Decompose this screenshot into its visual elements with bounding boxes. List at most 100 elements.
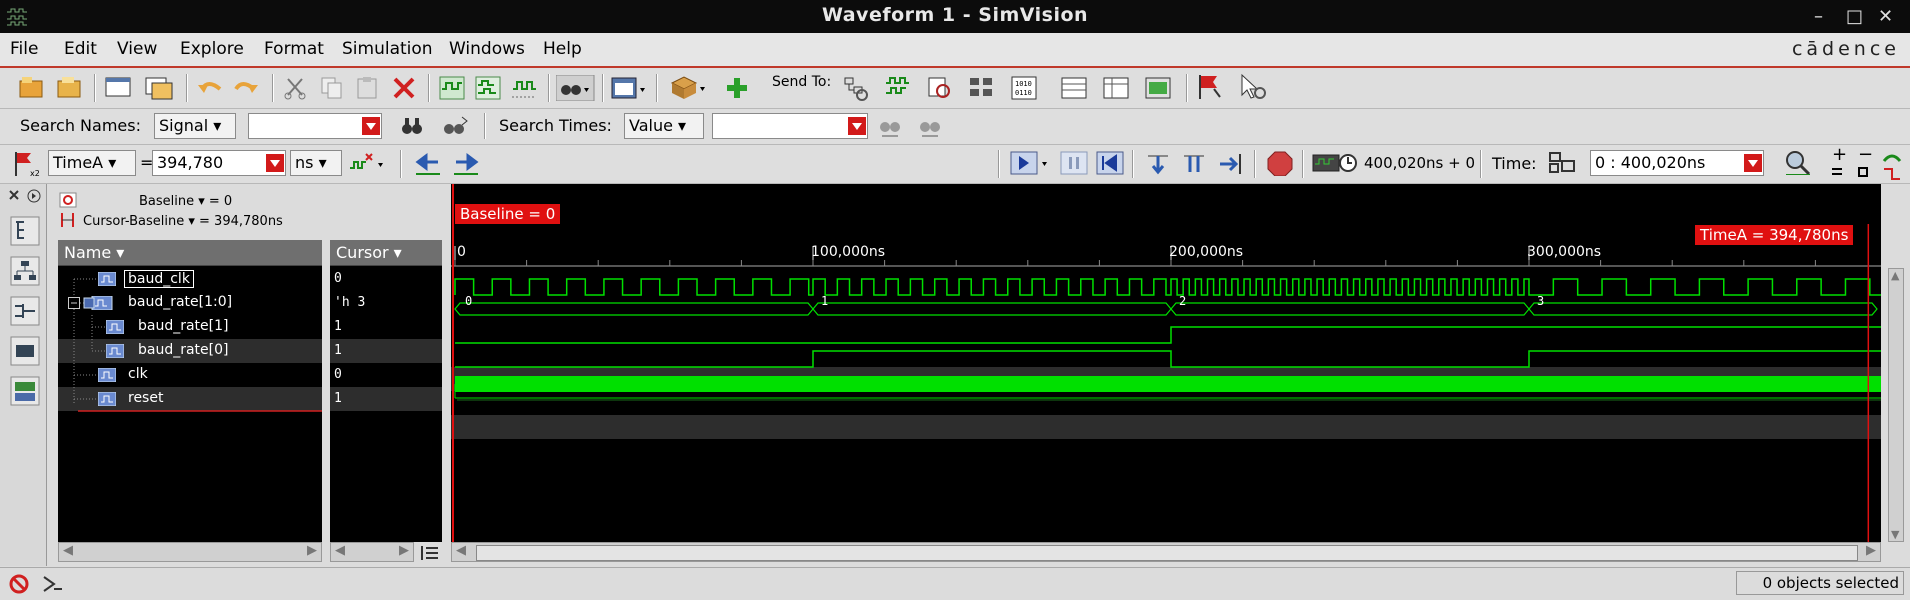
copy-icon[interactable] [318, 75, 348, 101]
signal-name[interactable]: baud_rate[1] [138, 318, 229, 334]
waveform-create-icon[interactable] [438, 75, 468, 101]
menu-explore[interactable]: Explore [180, 39, 244, 59]
stop-status-icon[interactable] [8, 573, 30, 595]
memory-viewer-icon[interactable] [10, 376, 40, 406]
waveform-window-icon[interactable] [610, 75, 650, 101]
pause-simulation-icon[interactable] [1060, 150, 1090, 176]
previous-edge-icon[interactable] [414, 150, 444, 176]
search-names-input[interactable] [248, 113, 382, 139]
maximize-button[interactable]: □ [1846, 6, 1863, 27]
column-align-icon[interactable] [418, 543, 442, 563]
name-pane-scrollbar[interactable]: ◀ ▶ [58, 542, 322, 562]
cursor-name-select[interactable]: TimeA ▾ [48, 150, 136, 176]
delete-icon[interactable] [390, 75, 420, 101]
close-panel-icon[interactable] [8, 188, 42, 204]
baseline-marker-label[interactable]: Baseline = 0 [455, 204, 561, 224]
search-times-prev-icon[interactable] [876, 114, 906, 140]
menu-format[interactable]: Format [264, 39, 324, 59]
reset-simulation-icon[interactable] [1096, 150, 1126, 176]
send-to-console-icon[interactable] [1144, 75, 1174, 101]
find-binoculars-icon[interactable] [556, 75, 596, 101]
search-times-input[interactable] [712, 113, 868, 139]
waveform-marker-icon[interactable] [510, 75, 540, 101]
send-to-memory-icon[interactable] [1102, 75, 1132, 101]
search-names-binoculars-icon[interactable] [398, 114, 428, 140]
marker-flag-icon[interactable] [1196, 73, 1226, 99]
register-window-icon[interactable] [10, 336, 40, 366]
send-to-register-icon[interactable]: 10100110 [1010, 75, 1040, 101]
search-times-dropdown-icon[interactable] [848, 117, 866, 135]
redo-icon[interactable] [232, 75, 262, 101]
cursor-flag-icon[interactable]: x2 [12, 150, 42, 176]
cursor-baseline-value[interactable]: Cursor-Baseline ▾ = 394,780ns [83, 214, 283, 229]
search-times-mode-select[interactable]: Value ▾ [624, 113, 704, 139]
hierarchy-icon[interactable] [10, 256, 40, 286]
copy-window-icon[interactable] [144, 75, 174, 101]
undo-icon[interactable] [196, 75, 226, 101]
menu-edit[interactable]: Edit [64, 39, 97, 59]
step-over-icon[interactable] [1216, 150, 1246, 176]
scroll-thumb[interactable] [476, 545, 1858, 561]
waveform-pane[interactable]: Baseline = 0 TimeA = 394,780ns 0 100,000… [451, 184, 1888, 542]
design-browser-icon[interactable] [10, 216, 40, 246]
zoom-in-button[interactable]: + [1832, 144, 1847, 165]
search-times-next-icon[interactable] [916, 114, 946, 140]
time-range-dropdown-icon[interactable] [1744, 154, 1762, 172]
add-icon[interactable] [724, 75, 754, 101]
step-into-icon[interactable] [1180, 150, 1210, 176]
minimize-button[interactable]: – [1814, 6, 1823, 27]
step-icon[interactable] [1144, 150, 1174, 176]
cursor-pane-scrollbar[interactable]: ◀ ▶ [330, 542, 414, 562]
zoom-box-icon[interactable] [1856, 165, 1872, 179]
search-names-mode-select[interactable]: Signal ▾ [154, 113, 236, 139]
signal-name[interactable]: baud_rate[0] [138, 342, 229, 358]
send-package-icon[interactable] [668, 73, 708, 99]
close-button[interactable]: ✕ [1878, 6, 1893, 27]
time-range-icon[interactable] [1548, 150, 1578, 176]
time-range-input[interactable]: 0 : 400,020ns [1590, 150, 1764, 176]
zoom-history-icon[interactable] [1880, 149, 1904, 181]
run-simulation-icon[interactable] [1010, 150, 1052, 176]
waveform-canvas[interactable] [451, 184, 1888, 542]
time-unit-select[interactable]: ns ▾ [290, 150, 342, 176]
schematic-icon[interactable] [10, 296, 40, 326]
signal-name[interactable]: baud_rate[1:0] [128, 294, 232, 310]
search-names-dropdown-icon[interactable] [362, 117, 380, 135]
search-names-next-icon[interactable] [440, 114, 470, 140]
zoom-fit-icon[interactable] [1784, 149, 1814, 175]
new-window-icon[interactable] [104, 75, 134, 101]
select-pointer-icon[interactable] [1238, 73, 1268, 99]
waveform-group-icon[interactable] [474, 75, 504, 101]
menu-simulation[interactable]: Simulation [342, 39, 433, 59]
send-to-waveform-icon[interactable] [884, 75, 914, 101]
name-column-header[interactable]: Name ▾ [58, 240, 322, 266]
console-status-icon[interactable] [40, 573, 64, 595]
cut-icon[interactable] [282, 75, 312, 101]
menu-windows[interactable]: Windows [449, 39, 525, 59]
open-database-icon[interactable] [56, 75, 86, 101]
collapse-toggle-icon[interactable] [68, 297, 80, 309]
send-to-schematic-icon[interactable] [842, 75, 872, 101]
send-to-source-icon[interactable] [926, 75, 956, 101]
cursor-time-input[interactable]: 394,780 [152, 150, 286, 176]
paste-icon[interactable] [354, 75, 384, 101]
waveform-horizontal-scrollbar[interactable]: ◀ ▶ [451, 542, 1881, 562]
zoom-out-button[interactable]: − [1858, 144, 1873, 165]
cursor-column-header[interactable]: Cursor ▾ [330, 240, 442, 266]
signal-name[interactable]: clk [128, 366, 148, 382]
open-design-icon[interactable] [18, 75, 48, 101]
stop-simulation-icon[interactable] [1266, 150, 1296, 176]
create-marker-icon[interactable] [348, 150, 388, 176]
send-to-design-browser-icon[interactable] [968, 75, 998, 101]
send-to-table-icon[interactable] [1060, 75, 1090, 101]
next-edge-icon[interactable] [452, 150, 482, 176]
menu-view[interactable]: View [117, 39, 157, 59]
menu-help[interactable]: Help [543, 39, 582, 59]
cursor-marker-label[interactable]: TimeA = 394,780ns [1695, 225, 1854, 245]
cursor-time-dropdown-icon[interactable] [266, 154, 284, 172]
waveform-vertical-scrollbar[interactable]: ▲ ▼ [1888, 268, 1904, 542]
signal-name[interactable]: reset [128, 390, 163, 406]
menu-file[interactable]: File [10, 39, 38, 59]
zoom-equal-icon[interactable] [1830, 165, 1846, 179]
signal-name[interactable]: baud_clk [124, 270, 194, 288]
